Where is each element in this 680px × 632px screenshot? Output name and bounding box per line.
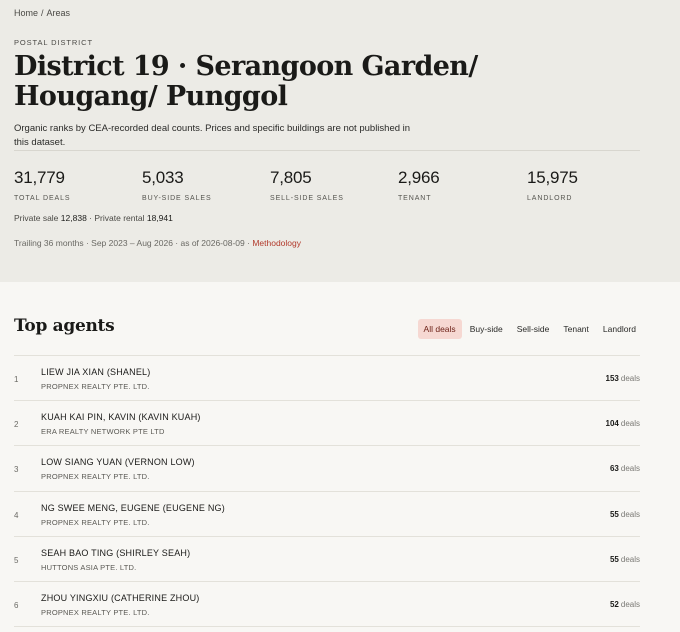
agent-deal-count: 52 deals — [610, 600, 640, 609]
agent-agency: PROPNEX REALTY PTE. LTD. — [41, 472, 150, 482]
eyebrow-label: POSTAL DISTRICT — [14, 38, 93, 47]
agent-name[interactable]: ZHOU YINGXIU (CATHERINE ZHOU) — [41, 593, 199, 603]
private-sale-label: Private sale — [14, 213, 59, 223]
deal-count-value: 52 — [609, 599, 619, 609]
agent-name[interactable]: SEAH BAO TING (SHIRLEY SEAH) — [41, 548, 190, 558]
agent-rank: 1 — [14, 375, 19, 384]
stat-value: 5,033 — [142, 168, 184, 187]
page-description: Organic ranks by CEA-recorded deal count… — [14, 123, 411, 148]
stat-buy-side-sales: 5,033 BUY-SIDE SALES — [142, 168, 212, 202]
agent-rank: 4 — [14, 510, 19, 520]
breadcrumb-areas-link[interactable]: Areas — [47, 8, 71, 18]
agent-rank: 6 — [14, 600, 19, 610]
agent-agency: PROPNEX REALTY PTE. LTD. — [41, 607, 150, 617]
deal-count-unit: deals — [620, 599, 640, 609]
stat-total-deals: 31,779 TOTAL DEALS — [14, 168, 70, 202]
stat-label: TOTAL DEALS — [14, 195, 71, 202]
stat-value: 7,805 — [270, 168, 312, 187]
deal-count-unit: deals — [620, 464, 640, 474]
agent-row[interactable]: 1 LIEW JIA XIAN (SHANEL) PROPNEX REALTY … — [14, 356, 640, 402]
agent-rank: 3 — [14, 465, 19, 475]
deal-count-unit: deals — [620, 419, 640, 429]
deal-count-unit: deals — [620, 554, 640, 564]
agent-name[interactable]: NG SWEE MENG, EUGENE (EUGENE NG) — [41, 503, 225, 513]
agent-deal-count: 55 deals — [610, 555, 640, 564]
trailing-period-text: Trailing 36 months · Sep 2023 – Aug 2026… — [14, 238, 250, 248]
section-title: Top agents — [14, 316, 115, 336]
page-title: District 19 · Serangoon Garden/ Hougang/… — [14, 51, 478, 112]
stat-label: LANDLORD — [527, 195, 573, 202]
stat-label: SELL-SIDE SALES — [270, 195, 344, 202]
breadcrumb-home-link[interactable]: Home — [14, 8, 38, 18]
stat-label: TENANT — [398, 195, 432, 202]
private-rental-label: Private rental — [94, 213, 145, 223]
agent-deal-count: 55 deals — [610, 510, 640, 519]
deal-count-unit: deals — [620, 509, 640, 519]
deal-count-value: 55 — [609, 509, 619, 519]
agent-deal-count: 104 deals — [606, 419, 640, 428]
agent-deal-count: 153 deals — [606, 374, 640, 383]
agent-row[interactable]: 3 LOW SIANG YUAN (VERNON LOW) PROPNEX RE… — [14, 446, 640, 492]
breadcrumb: Home / Areas — [14, 8, 70, 18]
methodology-link[interactable]: Methodology — [252, 238, 301, 248]
agent-agency: ERA REALTY NETWORK PTE LTD — [41, 427, 165, 437]
agent-agency: PROPNEX REALTY PTE. LTD. — [41, 517, 150, 527]
stat-value: 31,779 — [14, 168, 65, 187]
tab-all-deals[interactable]: All deals — [417, 319, 462, 339]
agent-row[interactable]: 5 SEAH BAO TING (SHIRLEY SEAH) HUTTONS A… — [14, 537, 640, 582]
deal-count-value: 104 — [605, 419, 619, 429]
agent-name[interactable]: LOW SIANG YUAN (VERNON LOW) — [41, 457, 195, 467]
agent-list: 1 LIEW JIA XIAN (SHANEL) PROPNEX REALTY … — [14, 355, 640, 628]
data-window-note: Trailing 36 months · Sep 2023 – Aug 2026… — [14, 238, 301, 248]
deal-count-value: 63 — [609, 464, 619, 474]
stat-tenant: 2,966 TENANT — [398, 168, 440, 202]
tab-buy-side[interactable]: Buy-side — [464, 319, 509, 339]
deal-count-unit: deals — [620, 374, 640, 383]
agent-row[interactable]: 4 NG SWEE MENG, EUGENE (EUGENE NG) PROPN… — [14, 492, 640, 537]
agent-row[interactable]: 6 ZHOU YINGXIU (CATHERINE ZHOU) PROPNEX … — [14, 582, 640, 628]
deal-count-value: 153 — [605, 374, 619, 383]
top-agents-section: Top agents All deals Buy-side Sell-side … — [0, 282, 680, 632]
breakdown-separator: · — [89, 213, 93, 223]
agent-agency: PROPNEX REALTY PTE. LTD. — [41, 382, 150, 391]
tab-sell-side[interactable]: Sell-side — [511, 319, 556, 339]
agent-rank: 2 — [14, 420, 19, 430]
private-sale-value: 12,838 — [60, 213, 87, 223]
tab-landlord[interactable]: Landlord — [597, 319, 642, 339]
agent-rank: 5 — [14, 555, 19, 565]
district-hero: Home / Areas POSTAL DISTRICT District 19 ·… — [0, 0, 680, 282]
agent-deal-count: 63 deals — [610, 464, 640, 473]
agent-row[interactable]: 2 KUAH KAI PIN, KAVIN (KAVIN KUAH) ERA R… — [14, 401, 640, 447]
stat-label: BUY-SIDE SALES — [142, 195, 212, 202]
stat-sell-side-sales: 7,805 SELL-SIDE SALES — [270, 168, 344, 202]
stat-value: 15,975 — [527, 168, 578, 187]
agent-agency: HUTTONS ASIA PTE. LTD. — [41, 562, 137, 572]
stat-value: 2,966 — [398, 168, 440, 187]
private-rental-value: 18,941 — [146, 213, 173, 223]
stat-landlord: 15,975 LANDLORD — [527, 168, 578, 202]
deal-type-tabs: All deals Buy-side Sell-side Tenant Land… — [417, 319, 642, 339]
breadcrumb-separator: / — [41, 8, 44, 18]
agent-name[interactable]: LIEW JIA XIAN (SHANEL) — [41, 367, 150, 377]
tab-tenant[interactable]: Tenant — [557, 319, 595, 339]
divider — [14, 150, 640, 151]
deal-count-value: 55 — [609, 554, 619, 564]
private-breakdown: Private sale 12,838 · Private rental 18,… — [14, 213, 173, 223]
agent-name[interactable]: KUAH KAI PIN, KAVIN (KAVIN KUAH) — [41, 412, 201, 422]
